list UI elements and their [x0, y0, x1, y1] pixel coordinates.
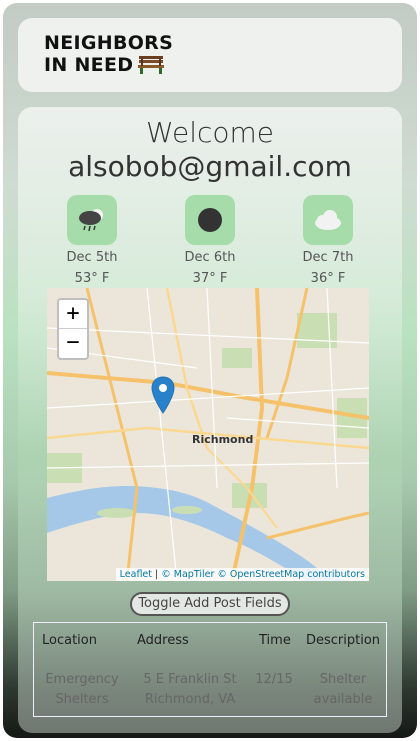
logo-line2: IN NEED [44, 54, 134, 76]
cell-address: 5 E Franklin St Richmond, VA [134, 670, 246, 710]
attribution-links[interactable]: © MapTiler © OpenStreetMap contributors [161, 569, 365, 580]
weather-icon-box [185, 195, 235, 245]
weather-date: Dec 5th [66, 250, 118, 265]
weather-date: Dec 6th [184, 250, 236, 265]
user-email: alsobob@gmail.com [68, 150, 352, 183]
cell-location-line1: Emergency [45, 672, 119, 687]
weather-day-1: Dec 5th 53° F [52, 195, 132, 288]
weather-day-3: Dec 7th 36° F [288, 195, 368, 288]
logo-line1: NEIGHBORS [44, 32, 174, 54]
column-header-address: Address [137, 633, 189, 648]
map-city-label: Richmond [192, 433, 254, 446]
dark-circle-icon [198, 208, 222, 232]
weather-temp: 53° F [74, 271, 110, 286]
weather-icon-box [67, 195, 117, 245]
cloud-icon [315, 210, 341, 230]
cell-address-line1: 5 E Franklin St [143, 672, 237, 687]
column-header-location: Location [42, 633, 97, 648]
map-attribution: Leaflet | © MapTiler © OpenStreetMap con… [115, 568, 369, 581]
column-header-description: Description [306, 633, 381, 648]
weather-icon-box [303, 195, 353, 245]
cell-description-line1: Shelter [319, 672, 367, 687]
cell-time: 12/15 [255, 672, 293, 687]
logo[interactable]: NEIGHBORS IN NEED [44, 32, 173, 76]
cell-location-line2: Shelters [55, 692, 109, 707]
posts-table: Location Address Time Description Emerge… [33, 622, 387, 717]
weather-temp: 36° F [310, 271, 346, 286]
map[interactable]: Richmond + − Leaflet | © MapTiler © Open… [47, 288, 369, 581]
weather-temp: 37° F [192, 271, 228, 286]
bench-icon [138, 56, 165, 74]
weather-day-2: Dec 6th 37° F [170, 195, 250, 288]
cell-description: Shelter available [306, 670, 380, 710]
leaflet-link[interactable]: Leaflet [120, 569, 152, 580]
zoom-control: + − [57, 298, 89, 360]
header-card: NEIGHBORS IN NEED [18, 18, 402, 92]
welcome-heading: Welcome [145, 116, 275, 149]
cell-description-line2: available [313, 692, 373, 707]
column-header-time: Time [259, 633, 291, 648]
toggle-add-post-button[interactable]: Toggle Add Post Fields [130, 592, 290, 616]
rain-cloud-icon [79, 209, 103, 232]
zoom-out-button[interactable]: − [59, 329, 87, 358]
cell-location: Emergency Shelters [36, 670, 128, 710]
weather-date: Dec 7th [302, 250, 354, 265]
map-marker-icon[interactable] [151, 376, 175, 414]
zoom-in-button[interactable]: + [59, 300, 87, 329]
cell-address-line2: Richmond, VA [144, 692, 236, 707]
